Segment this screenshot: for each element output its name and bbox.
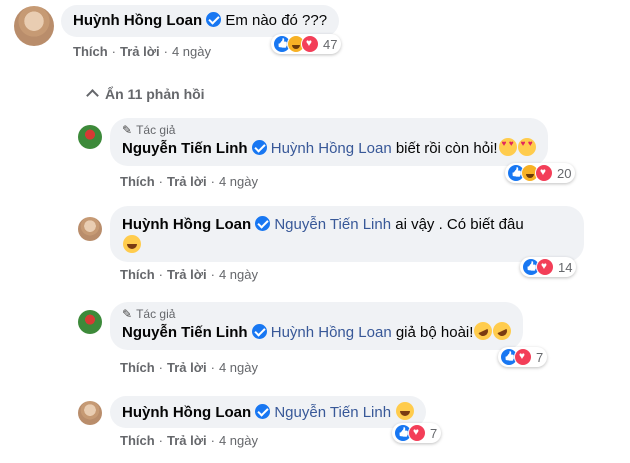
rofl-emoji-icon [490, 319, 515, 343]
timestamp[interactable]: 4 ngày [219, 267, 258, 282]
reply-text: ai vậy . Có biết đâu [395, 216, 524, 233]
reaction-summary[interactable]: 14 [520, 257, 577, 277]
comment-author[interactable]: Huỳnh Hồng Loan [73, 12, 202, 29]
like-link[interactable]: Thích [120, 267, 155, 282]
mention-link[interactable]: Huỳnh Hồng Loan [271, 324, 392, 341]
reply-text: biết rồi còn hỏi! [395, 140, 498, 157]
avatar[interactable] [78, 217, 102, 241]
reaction-count: 20 [557, 165, 572, 181]
timestamp[interactable]: 4 ngày [172, 44, 211, 59]
reply-author[interactable]: Huỳnh Hồng Loan [122, 216, 251, 233]
reply-link[interactable]: Trả lời [167, 433, 207, 448]
reply-link[interactable]: Trả lời [167, 360, 207, 375]
comment-actions: Thích · Trả lời · 4 ngày [73, 44, 211, 59]
reaction-count: 7 [536, 349, 544, 365]
love-icon [536, 258, 554, 276]
like-link[interactable]: Thích [120, 360, 155, 375]
verified-icon [206, 12, 222, 27]
love-icon [301, 35, 319, 53]
author-tag: ✎ Tác giả [122, 122, 536, 138]
reply-bubble: Huỳnh Hồng Loan Nguyễn Tiến Linh ai vậy … [110, 206, 584, 262]
pencil-icon: ✎ [122, 123, 133, 137]
avatar[interactable] [78, 401, 102, 425]
reply-actions: Thích · Trả lời · 4 ngày [120, 360, 258, 375]
mention-link[interactable]: Huỳnh Hồng Loan [271, 140, 392, 157]
love-icon [514, 348, 532, 366]
reply-author[interactable]: Huỳnh Hồng Loan [122, 404, 251, 421]
verified-icon [255, 404, 271, 419]
like-link[interactable]: Thích [120, 433, 155, 448]
reply-bubble: Huỳnh Hồng Loan Nguyễn Tiến Linh [110, 396, 427, 428]
reply-text: giả bộ hoài! [395, 324, 474, 341]
grinning-emoji-icon [123, 235, 141, 253]
comment-bubble: Huỳnh Hồng Loan Em nào đó ??? [61, 5, 340, 37]
mention-link[interactable]: Nguyễn Tiến Linh [274, 404, 391, 421]
toggle-label: Ẩn 11 phản hồi [105, 86, 205, 102]
reaction-count: 47 [323, 36, 338, 52]
reaction-count: 7 [430, 425, 438, 441]
like-link[interactable]: Thích [73, 44, 108, 59]
hide-replies-toggle[interactable]: Ẩn 11 phản hồi [86, 86, 205, 102]
love-icon [535, 164, 553, 182]
timestamp[interactable]: 4 ngày [219, 433, 258, 448]
verified-icon [251, 324, 267, 339]
reaction-summary[interactable]: 7 [498, 347, 548, 367]
grinning-emoji-icon [396, 402, 415, 420]
reaction-summary[interactable]: 7 [392, 423, 442, 443]
avatar[interactable] [78, 310, 102, 334]
mention-link[interactable]: Nguyễn Tiến Linh [274, 216, 391, 233]
reply-bubble: ✎ Tác giả Nguyễn Tiến Linh Huỳnh Hồng Loa… [110, 302, 524, 350]
heart-eyes-emoji-icon [517, 138, 536, 156]
reply-author[interactable]: Nguyễn Tiến Linh [122, 324, 248, 341]
reply-author[interactable]: Nguyễn Tiến Linh [122, 140, 248, 157]
love-icon [408, 424, 426, 442]
heart-eyes-emoji-icon [498, 138, 517, 156]
verified-icon [255, 216, 271, 231]
reply-actions: Thích · Trả lời · 4 ngày [120, 433, 258, 448]
reaction-summary[interactable]: 20 [505, 163, 576, 183]
like-link[interactable]: Thích [120, 174, 155, 189]
author-tag-label: Tác giả [136, 307, 176, 321]
reply-link[interactable]: Trả lời [167, 267, 207, 282]
reply-link[interactable]: Trả lời [167, 174, 207, 189]
timestamp[interactable]: 4 ngày [219, 360, 258, 375]
chevron-up-icon [86, 89, 99, 102]
author-tag-label: Tác giả [136, 123, 176, 137]
reply-bubble: ✎ Tác giả Nguyễn Tiến Linh Huỳnh Hồng Loa… [110, 118, 548, 166]
reply-actions: Thích · Trả lời · 4 ngày [120, 267, 258, 282]
timestamp[interactable]: 4 ngày [219, 174, 258, 189]
pencil-icon: ✎ [122, 307, 133, 321]
reply-actions: Thích · Trả lời · 4 ngày [120, 174, 258, 189]
verified-icon [251, 140, 267, 155]
author-tag: ✎ Tác giả [122, 306, 511, 322]
avatar[interactable] [78, 125, 102, 149]
avatar[interactable] [14, 6, 54, 46]
comment-text: Em nào đó ??? [225, 12, 328, 29]
reaction-count: 14 [558, 259, 573, 275]
reply-link[interactable]: Trả lời [120, 44, 160, 59]
reaction-summary[interactable]: 47 [271, 34, 342, 54]
